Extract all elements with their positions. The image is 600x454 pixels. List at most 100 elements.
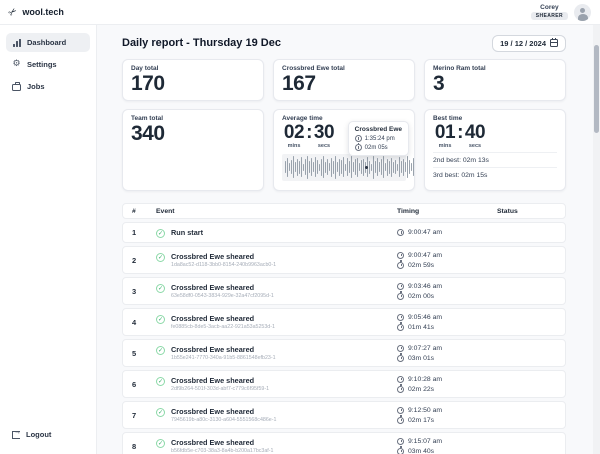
event-cell: ✓Crossbred Ewe sheared7945619b-a80c-3130… [156,407,397,424]
event-title: Crossbred Ewe sheared [171,345,276,354]
event-title: Run start [171,228,203,237]
check-circle-icon: ✓ [156,439,165,448]
event-time: 9:05:46 am [408,314,442,321]
best-time-value: 01:40 [433,123,557,143]
row-number: 2 [123,256,156,265]
check-circle-icon: ✓ [156,284,165,293]
timing-cell: 9:03:46 am02m 00s [397,283,497,300]
bar-chart-icon [12,38,21,47]
clock-icon [397,376,404,383]
user-meta: Corey SHEARER [531,4,568,20]
event-cell: ✓Crossbred Ewe sheared1da8ac52-d118-3bb0… [156,252,397,269]
sidebar-item-label: Jobs [27,82,45,91]
card-best-time: Best time 01:40 minssecs 2nd best: 02m 1… [424,109,566,191]
event-title: Crossbred Ewe sheared [171,376,269,385]
card-day-total: Day total 170 [122,59,264,101]
clock-icon [397,229,404,236]
event-title: Crossbred Ewe sheared [171,407,276,416]
card-label: Crossbred Ewe total [282,65,406,72]
brand-name: wool.tech [22,7,64,17]
col-header-status: Status [497,208,565,215]
stopwatch-icon [397,293,404,300]
scrollbar[interactable] [593,25,600,454]
calendar-icon [550,39,558,47]
row-number: 4 [123,318,156,327]
user-name: Corey [540,4,558,11]
sidebar: Dashboard ⚙ Settings Jobs Logout [0,25,97,454]
card-crossbred-total: Crossbred Ewe total 167 [273,59,415,101]
table-row[interactable]: 7✓Crossbred Ewe sheared7945619b-a80c-313… [122,401,566,429]
event-title: Crossbred Ewe sheared [171,438,274,447]
timing-cell: 9:07:27 am03m 01s [397,345,497,362]
logout-button[interactable]: Logout [6,425,90,444]
third-best-time: 3rd best: 02m 15s [433,167,557,182]
avatar[interactable] [574,4,591,21]
card-average-time: Average time 02:30 minssecs Crossbred Ew… [273,109,415,191]
row-number: 3 [123,287,156,296]
table-row[interactable]: 5✓Crossbred Ewe sheared1b55e241-7770-340… [122,339,566,367]
stopwatch-icon [397,448,404,454]
sidebar-item-dashboard[interactable]: Dashboard [6,33,90,52]
event-duration: 03m 40s [408,448,434,454]
event-duration: 02m 22s [408,386,434,393]
check-circle-icon: ✓ [156,346,165,355]
event-title: Crossbred Ewe sheared [171,252,276,261]
stopwatch-icon [397,417,404,424]
event-uuid: fe0885cb-8de5-3acb-aa22-921a53a5253d-1 [171,324,275,330]
user-area[interactable]: Corey SHEARER [531,4,591,21]
event-cell: ✓Crossbred Ewe shearedfe0885cb-8de5-3acb… [156,314,397,331]
event-time: 9:03:46 am [408,283,442,290]
row-number: 1 [123,228,156,237]
card-team-total: Team total 340 [122,109,264,191]
event-duration: 03m 01s [408,355,434,362]
table-row[interactable]: 6✓Crossbred Ewe sheared2df9b264-501f-303… [122,370,566,398]
scrollbar-thumb[interactable] [594,45,599,133]
sidebar-item-label: Settings [27,60,57,69]
card-merino-total: Merino Ram total 3 [424,59,566,101]
card-value: 340 [131,123,255,145]
table-body: 1✓Run start9:00:47 am2✓Crossbred Ewe she… [122,222,566,454]
table-row[interactable]: 3✓Crossbred Ewe sheared63e58df0-0543-383… [122,277,566,305]
date-picker[interactable]: 19 / 12 / 2024 [492,35,566,52]
event-time: 9:00:47 am [408,229,442,236]
timing-cell: 9:12:50 am02m 17s [397,407,497,424]
clock-icon [397,438,404,445]
sparkline-marker [365,166,368,169]
user-role-badge: SHEARER [531,12,568,20]
event-uuid: 1da8ac52-d118-3bb0-8154-240b9963acb0-1 [171,262,276,268]
event-title: Crossbred Ewe sheared [171,283,274,292]
check-circle-icon: ✓ [156,377,165,386]
brand[interactable]: ✂ wool.tech [9,7,64,18]
clock-icon [397,407,404,414]
tooltip-time: 1:35:24 pm [365,136,395,142]
gear-icon: ⚙ [12,60,21,69]
card-value: 3 [433,73,557,95]
card-label: Merino Ram total [433,65,557,72]
event-uuid: 1b55e241-7770-340a-91b5-8861548efb23-1 [171,355,276,361]
tooltip-duration: 02m 05s [365,145,388,151]
stats-cards: Day total 170 Crossbred Ewe total 167 Me… [122,59,566,191]
exit-arrow-icon [12,431,20,439]
stopwatch-icon [355,144,362,151]
sidebar-item-settings[interactable]: ⚙ Settings [6,55,90,74]
table-row[interactable]: 2✓Crossbred Ewe sheared1da8ac52-d118-3bb… [122,246,566,274]
timing-cell: 9:05:46 am01m 41s [397,314,497,331]
clock-icon [397,345,404,352]
table-row[interactable]: 1✓Run start9:00:47 am [122,222,566,243]
col-header-timing: Timing [397,208,497,215]
card-label: Day total [131,65,255,72]
sidebar-item-jobs[interactable]: Jobs [6,77,90,96]
stopwatch-icon [397,386,404,393]
second-best-time: 2nd best: 02m 13s [433,152,557,167]
stopwatch-icon [397,262,404,269]
table-row[interactable]: 8✓Crossbred Ewe shearedb56fdb5e-c703-38a… [122,432,566,454]
event-uuid: 7945619b-a80c-3130-a604-5551568c486e-1 [171,417,276,423]
table-row[interactable]: 4✓Crossbred Ewe shearedfe0885cb-8de5-3ac… [122,308,566,336]
date-value: 19 / 12 / 2024 [500,39,546,48]
card-value: 170 [131,73,255,95]
stopwatch-icon [397,355,404,362]
row-number: 7 [123,411,156,420]
event-time: 9:12:50 am [408,407,442,414]
shear-times-sparkline[interactable] [282,154,406,181]
event-uuid: b56fdb5e-c703-38a3-8a4b-b200a17bc3af-1 [171,448,274,454]
